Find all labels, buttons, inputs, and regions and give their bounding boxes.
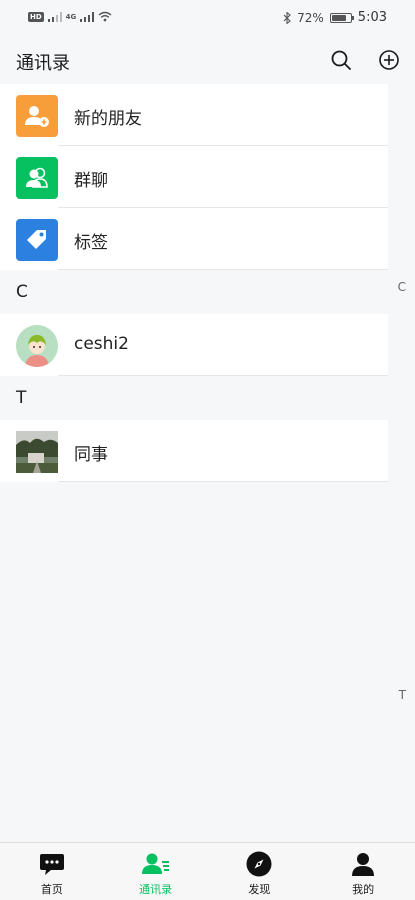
contact-name: 同事 [74, 445, 108, 465]
list-item-tags[interactable]: 标签 [0, 208, 388, 270]
avatar [16, 431, 58, 473]
group-chat-tile [16, 157, 58, 199]
tab-label: 发现 [248, 883, 271, 896]
list-item-label: 群聊 [74, 171, 108, 191]
tab-contacts[interactable]: 通讯录 [104, 843, 208, 900]
contact-name: ceshi2 [74, 334, 129, 354]
tag-tile [16, 219, 58, 261]
bottom-tab-bar: 首页 通讯录 发现 我的 [0, 842, 415, 900]
status-left: HD 4G [28, 11, 112, 22]
group-chat-icon [26, 167, 48, 188]
signal-icon [80, 11, 95, 22]
new-friend-tile [16, 95, 58, 137]
profile-icon [349, 851, 377, 877]
status-right: 72% 5:03 [283, 10, 387, 25]
section-letter: T [16, 388, 27, 408]
contact-list-t: 同事 [0, 420, 388, 482]
network-type: 4G [65, 12, 77, 21]
new-friend-icon [25, 106, 49, 127]
index-letter-c[interactable]: C [398, 280, 406, 294]
girl-avatar-icon [16, 325, 58, 367]
compass-icon [245, 851, 273, 877]
tab-label: 通讯录 [139, 883, 173, 896]
row-divider [58, 481, 388, 482]
list-item-label: 新的朋友 [74, 109, 142, 129]
tab-home[interactable]: 首页 [0, 843, 104, 900]
list-item-new-friends[interactable]: 新的朋友 [0, 84, 388, 146]
tab-discover[interactable]: 发现 [208, 843, 312, 900]
section-header-t: T [0, 376, 388, 420]
wifi-icon [98, 11, 112, 22]
contact-row[interactable]: ceshi2 [0, 314, 388, 376]
photo-avatar-icon [16, 431, 58, 473]
battery-icon [329, 12, 354, 23]
section-letter: C [16, 282, 28, 302]
contact-row[interactable]: 同事 [0, 420, 388, 482]
tab-label: 我的 [352, 883, 375, 896]
avatar [16, 325, 58, 367]
page-title: 通讯录 [16, 53, 70, 74]
status-bar: HD 4G 72% 5:03 [0, 0, 415, 36]
contacts-icon [141, 851, 170, 877]
signal-icon [47, 11, 62, 22]
search-icon [331, 50, 351, 70]
add-button[interactable] [377, 48, 401, 72]
tab-profile[interactable]: 我的 [311, 843, 415, 900]
section-header-c: C [0, 270, 388, 314]
list-item-group-chats[interactable]: 群聊 [0, 146, 388, 208]
tab-label: 首页 [40, 883, 63, 896]
search-button[interactable] [329, 48, 353, 72]
battery-percent: 72% [297, 10, 324, 25]
app-header: 通讯录 [0, 36, 415, 84]
tag-icon [27, 230, 46, 249]
add-circle-icon [379, 50, 399, 70]
function-list: 新的朋友 群聊 标签 [0, 84, 388, 270]
index-letter-t[interactable]: T [399, 688, 406, 702]
hd-badge: HD [28, 11, 44, 22]
bluetooth-icon [283, 11, 291, 24]
contact-list-c: ceshi2 [0, 314, 388, 376]
clock: 5:03 [357, 10, 387, 25]
list-item-label: 标签 [74, 233, 108, 253]
chat-bubble-icon [38, 851, 66, 877]
